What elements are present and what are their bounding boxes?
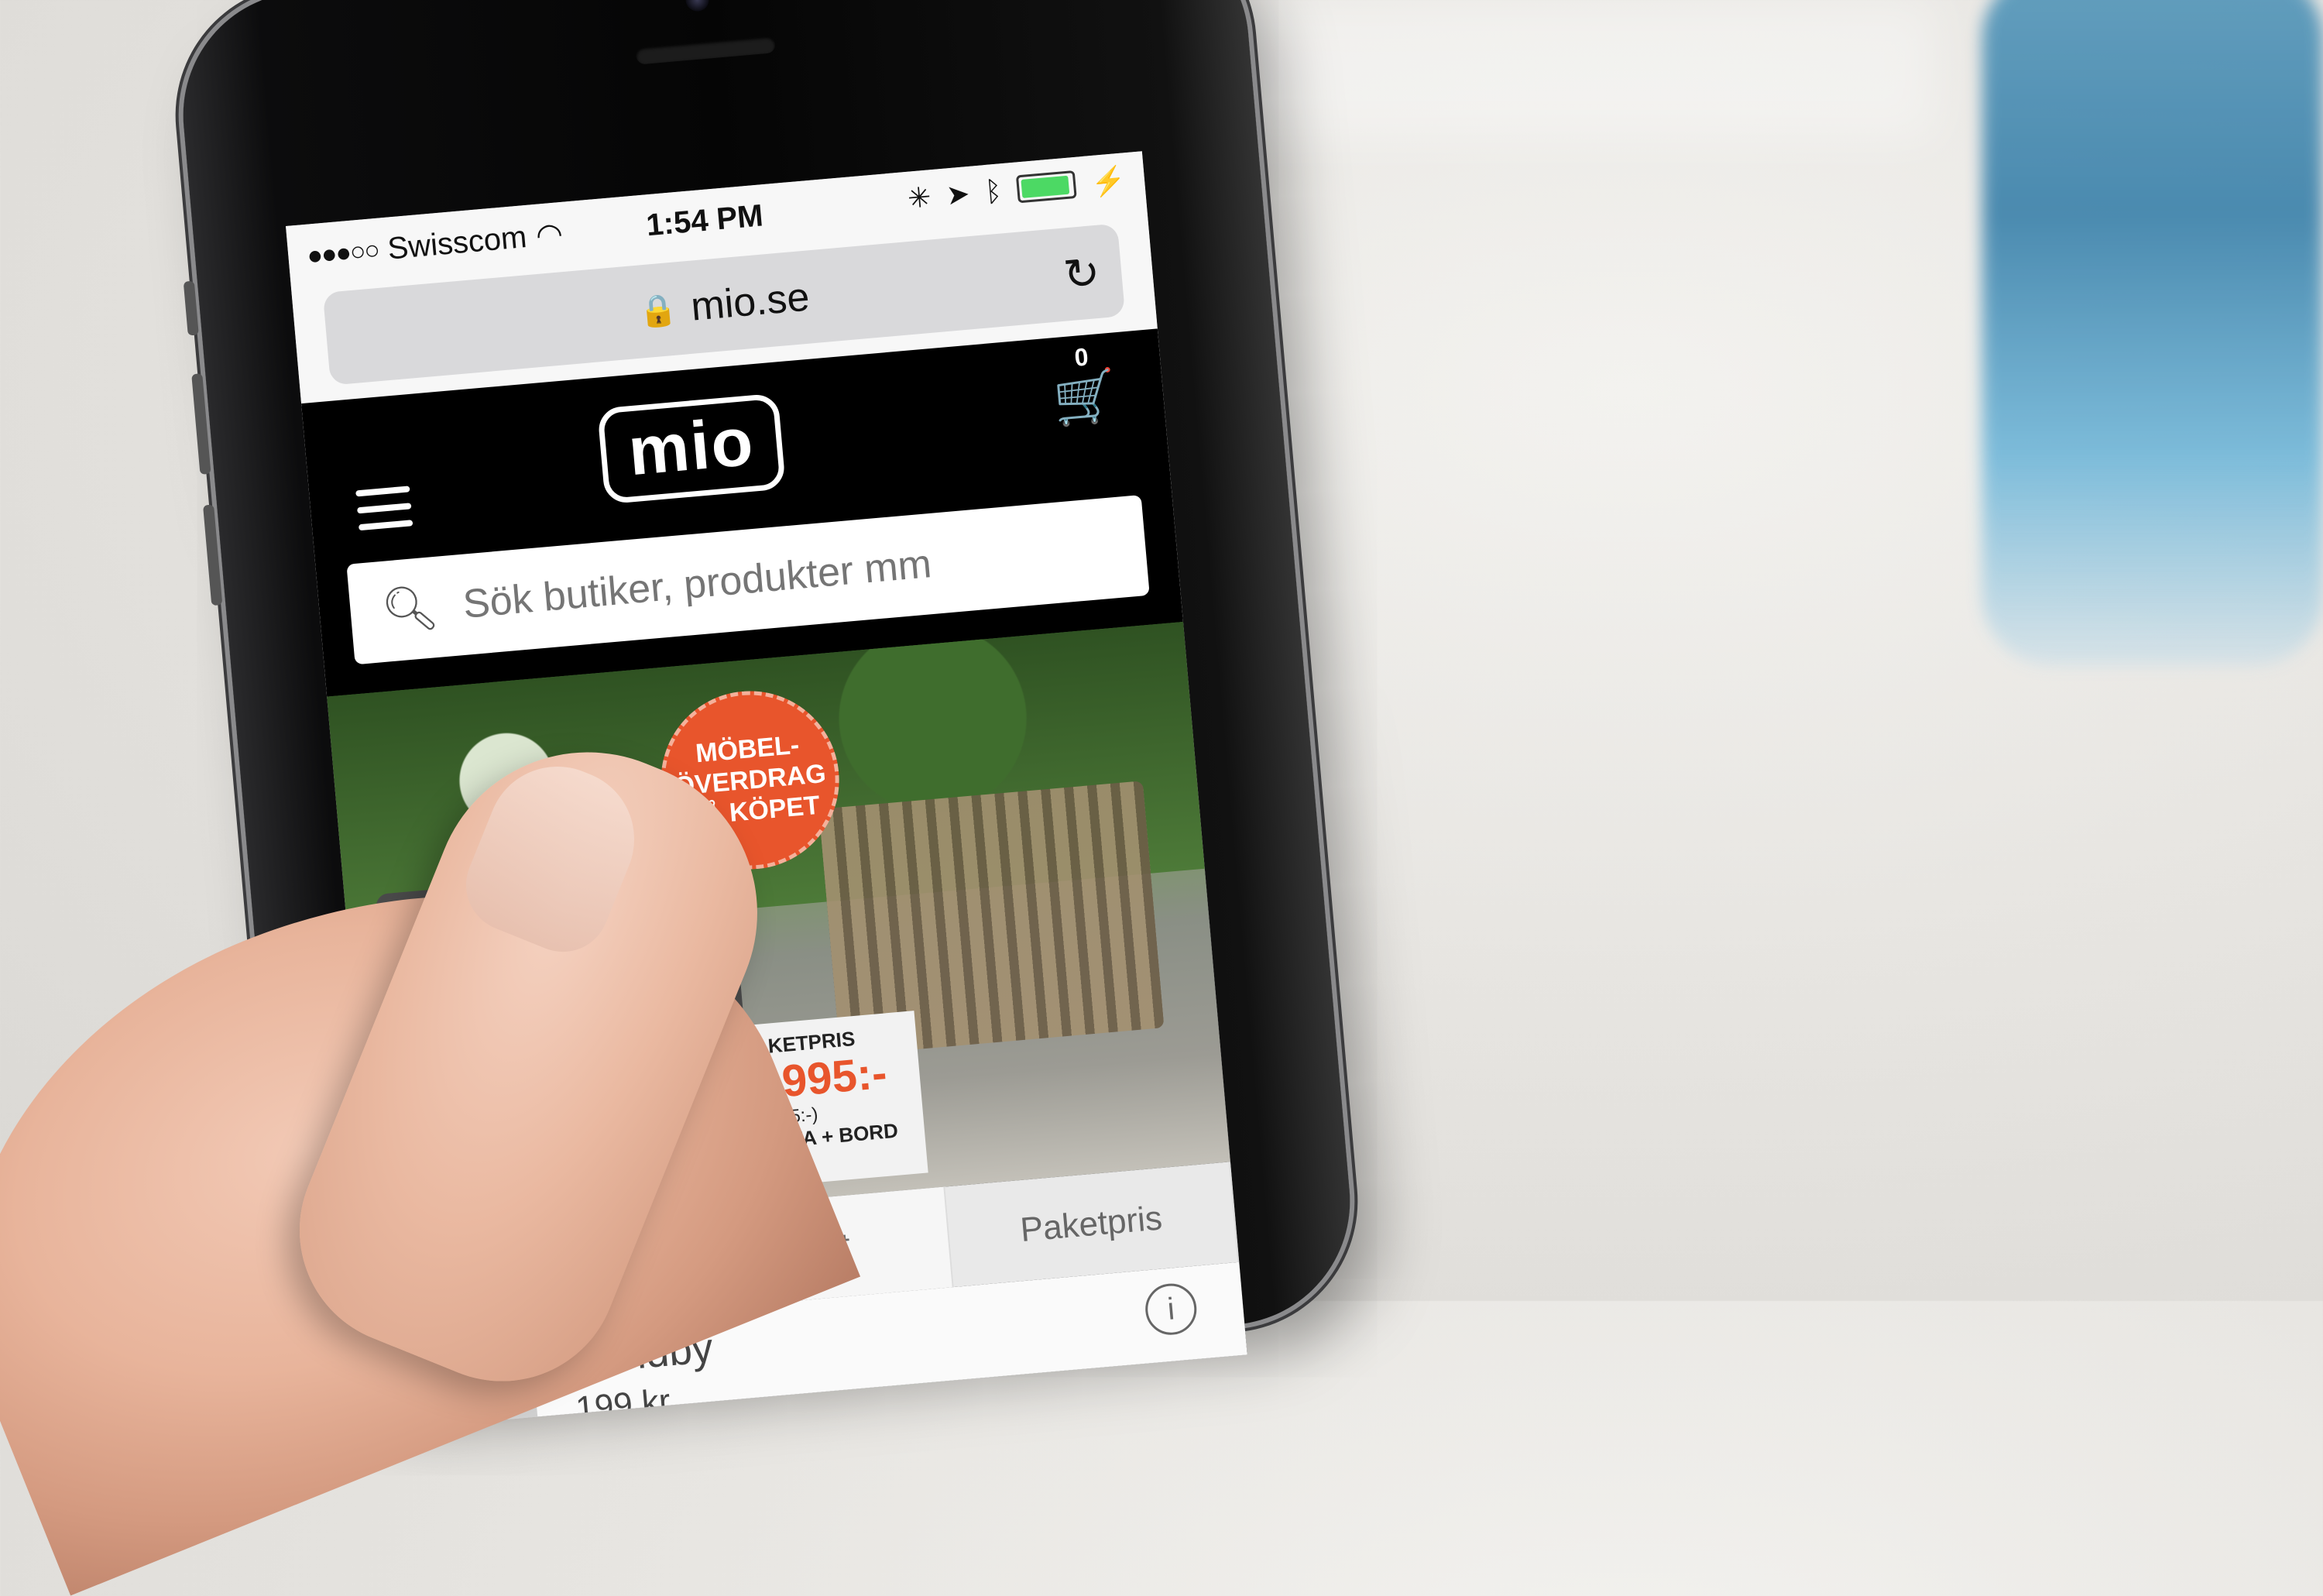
reload-icon[interactable]: ↻	[1062, 247, 1102, 301]
clock: 1:54 PM	[644, 198, 765, 243]
wifi-icon: ◠	[534, 216, 564, 253]
charging-bolt-icon: ⚡	[1089, 163, 1127, 199]
search-input[interactable]	[459, 525, 1100, 629]
carrier-name: Swisscom	[386, 219, 528, 266]
menu-icon[interactable]	[355, 486, 413, 541]
product-price: 199 kr	[574, 1381, 672, 1429]
cart-count: 0	[1073, 342, 1089, 372]
signal-strength-icon: ●●●○○	[305, 235, 380, 271]
battery-icon	[1016, 170, 1077, 204]
cart-button[interactable]: 0 🛒	[1048, 341, 1120, 429]
location-arrow-icon: ➤	[945, 177, 971, 211]
blurred-cup	[1982, 0, 2323, 666]
mio-logo[interactable]: mio	[597, 393, 787, 505]
carrier-group: ●●●○○ Swisscom ◠	[305, 216, 564, 274]
activity-spinner-icon: ✳	[906, 180, 933, 215]
bluetooth-icon: ᛒ	[983, 174, 1004, 208]
lock-icon: 🔒	[637, 291, 679, 330]
status-icons: ✳ ➤ ᛒ ⚡	[906, 163, 1127, 215]
shopping-cart-icon: 🛒	[1050, 366, 1120, 429]
mute-switch[interactable]	[183, 280, 199, 336]
info-icon[interactable]: i	[1143, 1281, 1199, 1337]
url-text: mio.se	[688, 274, 812, 330]
search-icon: 🔍︎	[379, 581, 441, 637]
